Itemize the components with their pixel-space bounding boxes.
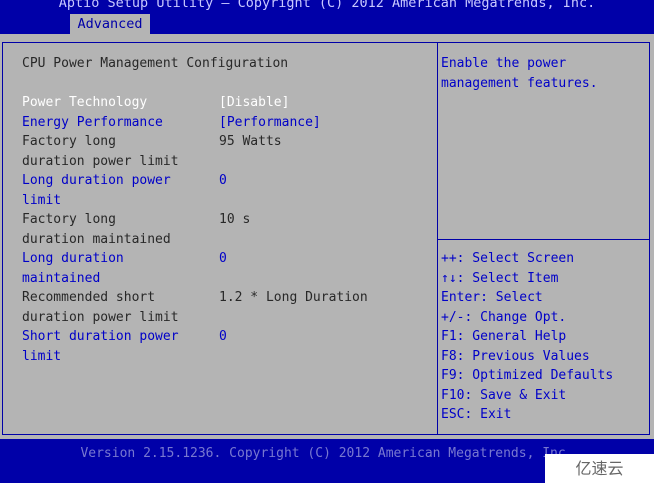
help-key-change-opt: +/-: Change Opt. <box>441 310 567 325</box>
recommended-short-duration-power-limit-label-line1: Recommended short <box>22 290 156 305</box>
help-key-select-item: ↑↓: Select Item <box>441 271 559 286</box>
section-title: CPU Power Management Configuration <box>22 56 289 71</box>
help-key-esc-exit: ESC: Exit <box>441 407 512 422</box>
recommended-short-duration-power-limit-value: 1.2 * Long Duration <box>219 290 368 305</box>
factory-long-duration-power-limit-label-line2: duration power limit <box>22 154 179 169</box>
setting-energy-performance-label[interactable]: Energy Performance <box>22 113 163 132</box>
help-key-save-exit: F10: Save & Exit <box>441 388 567 403</box>
horizontal-divider <box>438 239 650 240</box>
setting-short-duration-power-limit-value[interactable]: 0 <box>219 327 227 346</box>
factory-long-duration-maintained-value: 10 s <box>219 212 251 227</box>
main-panel: CPU Power Management Configuration Power… <box>0 34 654 439</box>
help-key-optimized-defaults: F9: Optimized Defaults <box>441 368 614 383</box>
watermark-logo: 亿速云 <box>545 454 654 483</box>
help-key-previous-values: F8: Previous Values <box>441 349 590 364</box>
setting-short-duration-power-limit-label-line2[interactable]: limit <box>22 347 61 366</box>
setting-power-technology-label[interactable]: Power Technology <box>22 93 147 112</box>
setting-energy-performance-value[interactable]: [Performance] <box>219 113 321 132</box>
setting-power-technology-value[interactable]: [Disable] <box>219 93 289 112</box>
recommended-short-duration-power-limit-label-line2: duration power limit <box>22 310 179 325</box>
factory-long-duration-maintained-label-line1: Factory long <box>22 212 116 227</box>
header-title: Aptio Setup Utility – Copyright (C) 2012… <box>58 0 596 11</box>
setting-long-duration-power-limit-label-line1[interactable]: Long duration power <box>22 171 171 190</box>
setting-long-duration-power-limit-label-line2[interactable]: limit <box>22 191 61 210</box>
setting-long-duration-maintained-value[interactable]: 0 <box>219 249 227 268</box>
factory-long-duration-power-limit-label-line1: Factory long <box>22 134 116 149</box>
setting-long-duration-maintained-label-line1[interactable]: Long duration <box>22 249 124 268</box>
factory-long-duration-maintained-label-line2: duration maintained <box>22 232 171 247</box>
help-description-line1: Enable the power <box>441 56 567 71</box>
help-description-line2: management features. <box>441 76 598 91</box>
setting-short-duration-power-limit-label-line1[interactable]: Short duration power <box>22 327 179 346</box>
setting-long-duration-maintained-label-line2[interactable]: maintained <box>22 269 100 288</box>
help-key-general-help: F1: General Help <box>441 329 567 344</box>
tab-advanced[interactable]: Advanced <box>70 14 150 34</box>
setting-long-duration-power-limit-value[interactable]: 0 <box>219 171 227 190</box>
factory-long-duration-power-limit-value: 95 Watts <box>219 134 282 149</box>
help-key-enter-select: Enter: Select <box>441 290 543 305</box>
help-key-select-screen: ++: Select Screen <box>441 251 575 266</box>
